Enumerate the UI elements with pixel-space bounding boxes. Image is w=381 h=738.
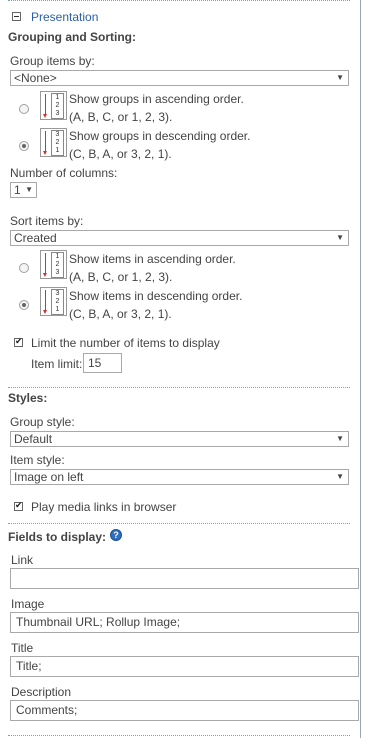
panel-right-border	[360, 0, 361, 738]
image-field-input[interactable]: Thumbnail URL; Rollup Image;	[10, 612, 359, 633]
sort-digit: 3	[55, 269, 60, 276]
title-field-label: Title	[11, 641, 34, 655]
item-style-select-value: Image on left	[14, 470, 84, 484]
fields-divider	[8, 523, 350, 524]
description-field-label: Description	[11, 685, 72, 699]
sort-digit: 2	[55, 261, 60, 268]
sort-digit: 3	[55, 131, 60, 138]
items-ascending-label: Show items in ascending order.	[69, 252, 236, 266]
sort-ascending-icon: 1 2 3	[40, 91, 67, 120]
link-field-label: Link	[11, 553, 34, 567]
styles-divider	[8, 387, 350, 388]
sort-digit: 2	[55, 298, 60, 305]
limit-items-checkbox[interactable]	[14, 336, 23, 347]
item-style-select[interactable]: Image on left ▼	[10, 469, 349, 485]
sort-arrow	[43, 131, 47, 155]
sort-arrow	[43, 253, 47, 277]
group-descending-radio[interactable]	[19, 141, 29, 151]
fields-title: Fields to display:	[8, 530, 107, 544]
item-style-label: Item style:	[10, 453, 65, 467]
chevron-down-icon: ▼	[336, 434, 344, 443]
sort-digit: 3	[55, 290, 60, 297]
bottom-divider	[8, 735, 350, 736]
styles-title: Styles:	[8, 391, 48, 405]
chevron-down-icon: ▼	[336, 472, 344, 481]
columns-select[interactable]: 1 ▼	[10, 182, 37, 198]
columns-select-value: 1	[14, 183, 21, 197]
sort-ascending-icon: 1 2 3	[40, 250, 67, 279]
sort-digit: 2	[55, 102, 60, 109]
play-media-label: Play media links in browser	[31, 500, 177, 514]
sort-arrow	[43, 290, 47, 314]
group-descending-hint: (C, B, A, or 3, 2, 1).	[69, 147, 172, 161]
sort-digits: 1 2 3	[51, 93, 64, 119]
sort-digit: 1	[55, 306, 60, 313]
chevron-down-icon: ▼	[25, 185, 33, 194]
sort-by-select-value: Created	[14, 231, 57, 245]
columns-label: Number of columns:	[10, 166, 118, 180]
sort-digit: 1	[55, 253, 60, 260]
items-ascending-radio[interactable]	[19, 263, 29, 273]
group-descending-label: Show groups in descending order.	[69, 129, 251, 143]
collapse-icon[interactable]	[12, 12, 21, 21]
top-divider	[8, 0, 350, 1]
sort-by-label: Sort items by:	[10, 214, 84, 228]
sort-descending-icon: 3 2 1	[40, 128, 67, 157]
group-style-select-value: Default	[14, 432, 53, 446]
chevron-down-icon: ▼	[336, 233, 344, 242]
group-by-select-value: <None>	[14, 71, 57, 85]
description-field-input[interactable]: Comments;	[10, 700, 359, 721]
sort-digits: 3 2 1	[51, 130, 64, 156]
group-style-select[interactable]: Default ▼	[10, 431, 349, 447]
help-icon[interactable]: ?	[110, 529, 122, 541]
sort-descending-icon: 3 2 1	[40, 287, 67, 316]
items-descending-radio[interactable]	[19, 300, 29, 310]
sort-digits: 3 2 1	[51, 289, 64, 315]
chevron-down-icon: ▼	[336, 73, 344, 82]
presentation-section-link[interactable]: Presentation	[31, 10, 98, 24]
sort-digit: 1	[55, 94, 60, 101]
sort-by-select[interactable]: Created ▼	[10, 230, 349, 246]
group-ascending-label: Show groups in ascending order.	[69, 92, 244, 106]
group-ascending-hint: (A, B, C, or 1, 2, 3).	[69, 110, 173, 124]
item-limit-input[interactable]: 15	[83, 353, 122, 373]
group-ascending-radio[interactable]	[19, 104, 29, 114]
link-field-input[interactable]	[10, 568, 359, 589]
image-field-label: Image	[11, 597, 45, 611]
grouping-sorting-title: Grouping and Sorting:	[8, 30, 136, 44]
sort-digit: 1	[55, 147, 60, 154]
items-ascending-hint: (A, B, C, or 1, 2, 3).	[69, 270, 173, 284]
group-by-select[interactable]: <None> ▼	[10, 70, 349, 86]
group-by-label: Group items by:	[10, 54, 95, 68]
items-descending-label: Show items in descending order.	[69, 289, 243, 303]
sort-digit: 2	[55, 139, 60, 146]
sort-digits: 1 2 3	[51, 252, 64, 278]
sort-arrow	[43, 94, 47, 118]
item-limit-label: Item limit:	[31, 357, 83, 371]
sort-digit: 3	[55, 110, 60, 117]
title-field-input[interactable]: Title;	[10, 656, 359, 677]
items-descending-hint: (C, B, A, or 3, 2, 1).	[69, 307, 172, 321]
limit-items-label: Limit the number of items to display	[31, 336, 220, 350]
play-media-checkbox[interactable]	[14, 500, 23, 511]
group-style-label: Group style:	[10, 415, 75, 429]
